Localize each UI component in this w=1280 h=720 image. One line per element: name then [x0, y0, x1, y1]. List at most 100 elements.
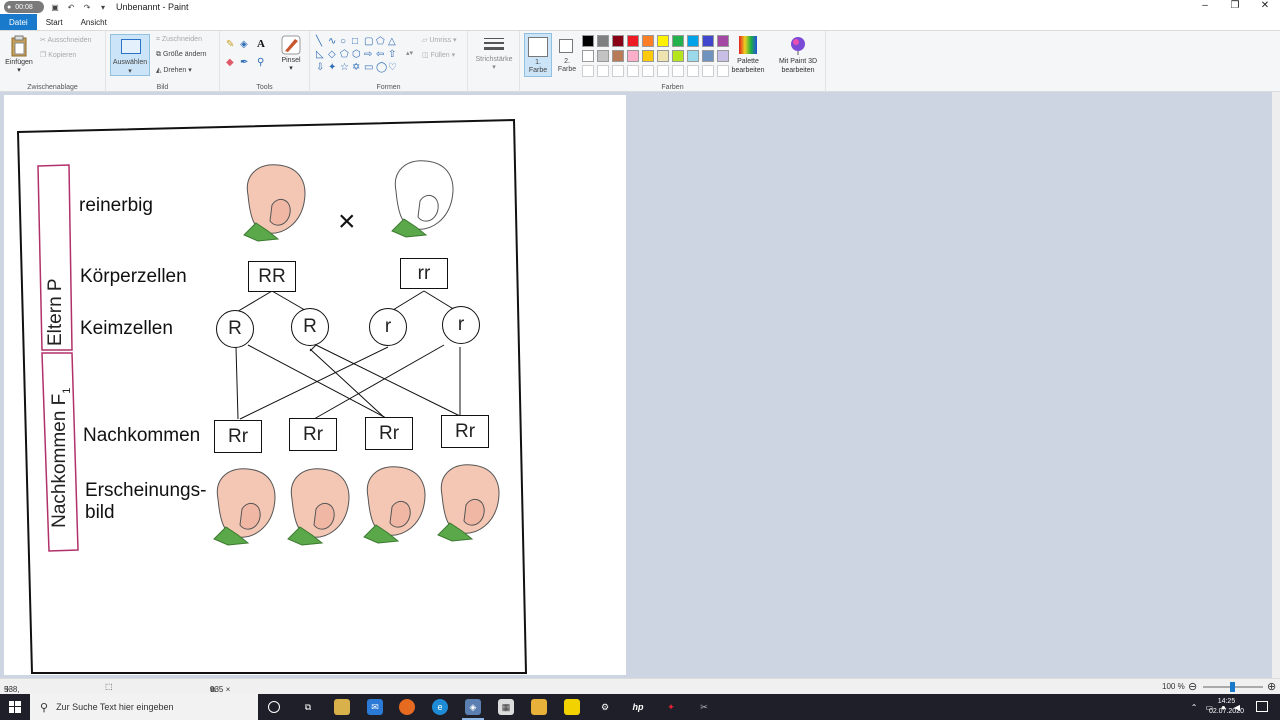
minimize-button[interactable]: – — [1190, 0, 1220, 14]
close-button[interactable]: ✕ — [1250, 0, 1280, 14]
hexagon-shape-icon[interactable]: ⬡ — [352, 50, 361, 60]
triangle-shape-icon[interactable]: △ — [388, 37, 396, 47]
clock[interactable]: 14:25 02.07.2020 — [1209, 697, 1244, 717]
undo-icon[interactable]: ↶ — [66, 2, 76, 12]
empty-color-swatch[interactable] — [702, 65, 714, 77]
redo-icon[interactable]: ↷ — [82, 2, 92, 12]
pencil-icon[interactable]: ✎ — [226, 39, 234, 50]
palette-color-swatch[interactable] — [627, 35, 639, 47]
palette-color-swatch[interactable] — [672, 35, 684, 47]
palette-color-swatch[interactable] — [627, 50, 639, 62]
callout-rect-shape-icon[interactable]: ▭ — [364, 63, 373, 73]
save-icon[interactable]: ▣ — [50, 2, 60, 12]
palette-color-swatch[interactable] — [642, 35, 654, 47]
heart-shape-icon[interactable]: ♡ — [388, 63, 397, 73]
tray-overflow-icon[interactable]: ⌃ — [1191, 703, 1198, 712]
tab-start[interactable]: Start — [37, 14, 72, 30]
paste-button[interactable]: Einfügen ▾ — [2, 35, 36, 74]
palette-color-swatch[interactable] — [717, 50, 729, 62]
palette-color-swatch[interactable] — [612, 50, 624, 62]
recorder-icon[interactable]: ✦ — [663, 699, 679, 715]
star4-shape-icon[interactable]: ✦ — [328, 63, 336, 73]
empty-color-swatch[interactable] — [597, 65, 609, 77]
resize-button[interactable]: ⧉ Größe ändern — [156, 51, 207, 59]
rounded-rect-shape-icon[interactable]: ▢ — [364, 37, 373, 47]
sticky-notes-icon[interactable] — [564, 699, 580, 715]
vertical-scrollbar[interactable] — [1272, 92, 1280, 678]
palette-color-swatch[interactable] — [582, 35, 594, 47]
polygon-shape-icon[interactable]: ⬠ — [376, 37, 385, 47]
palette-color-swatch[interactable] — [702, 50, 714, 62]
edge-icon[interactable]: e — [432, 699, 448, 715]
palette-color-swatch[interactable] — [657, 50, 669, 62]
hp-icon[interactable]: hp — [630, 699, 646, 715]
curve-shape-icon[interactable]: ∿ — [328, 37, 336, 47]
empty-color-swatch[interactable] — [672, 65, 684, 77]
crop-button[interactable]: ⌗ Zuschneiden — [156, 36, 202, 44]
color-picker-icon[interactable]: ✒ — [240, 57, 248, 68]
firefox-icon[interactable] — [399, 699, 415, 715]
edit-palette-button[interactable]: Palette bearbeiten — [730, 35, 766, 75]
maximize-button[interactable]: ❐ — [1220, 0, 1250, 14]
palette-color-swatch[interactable] — [687, 35, 699, 47]
explorer-icon[interactable] — [334, 699, 350, 715]
arrow-down-shape-icon[interactable]: ⇩ — [316, 63, 324, 73]
palette-color-swatch[interactable] — [657, 35, 669, 47]
palette-color-swatch[interactable] — [582, 50, 594, 62]
arrow-left-shape-icon[interactable]: ⇦ — [376, 50, 384, 60]
empty-color-swatch[interactable] — [612, 65, 624, 77]
eraser-icon[interactable]: ◆ — [226, 57, 234, 68]
paint-icon[interactable]: ◈ — [465, 699, 481, 715]
text-icon[interactable]: A — [257, 38, 265, 50]
size-button[interactable]: Strichstärke ▾ — [472, 36, 516, 71]
zoom-slider-thumb[interactable] — [1230, 682, 1235, 692]
start-button[interactable] — [0, 694, 30, 720]
line-shape-icon[interactable]: ╲ — [316, 37, 322, 47]
right-triangle-shape-icon[interactable]: ◺ — [316, 50, 324, 60]
arrow-right-shape-icon[interactable]: ⇨ — [364, 50, 372, 60]
empty-color-swatch[interactable] — [687, 65, 699, 77]
outline-button[interactable]: ▱ Umriss ▾ — [422, 36, 457, 44]
drawing-canvas[interactable]: Eltern P Nachkommen F1 reinerbig Körperz… — [4, 95, 626, 675]
tab-view[interactable]: Ansicht — [72, 14, 116, 30]
magnifier-icon[interactable]: ⚲ — [257, 57, 264, 68]
palette-color-swatch[interactable] — [597, 50, 609, 62]
snip-icon[interactable]: ✂ — [696, 699, 712, 715]
empty-color-swatch[interactable] — [717, 65, 729, 77]
palette-color-swatch[interactable] — [717, 35, 729, 47]
cortana-icon[interactable] — [268, 701, 280, 713]
arrow-up-shape-icon[interactable]: ⇧ — [388, 50, 396, 60]
zoom-out-button[interactable]: ⊖ — [1188, 680, 1197, 693]
task-view-icon[interactable]: ⧉ — [300, 699, 316, 715]
palette-color-swatch[interactable] — [702, 35, 714, 47]
fill-icon[interactable]: ◈ — [240, 39, 248, 50]
oval-shape-icon[interactable]: ○ — [340, 37, 346, 47]
taskbar-search[interactable]: ⚲ Zur Suche Text hier eingeben — [30, 694, 258, 720]
palette-color-swatch[interactable] — [642, 50, 654, 62]
pentagon-shape-icon[interactable]: ⬠ — [340, 50, 349, 60]
palette-color-swatch[interactable] — [597, 35, 609, 47]
callout-oval-shape-icon[interactable]: ◯ — [376, 63, 387, 73]
rotate-button[interactable]: ◭ Drehen ▾ — [156, 66, 192, 74]
empty-color-swatch[interactable] — [642, 65, 654, 77]
palette-color-swatch[interactable] — [672, 50, 684, 62]
color1-button[interactable]: 1. Farbe — [524, 33, 552, 77]
zoom-in-button[interactable]: ⊕ — [1267, 680, 1276, 693]
color2-button[interactable]: 2. Farbe — [554, 33, 580, 77]
select-button[interactable]: Auswählen ▾ — [110, 34, 150, 76]
tab-file[interactable]: Datei — [0, 14, 37, 30]
customize-qat-icon[interactable]: ▾ — [98, 2, 108, 12]
palette-color-swatch[interactable] — [687, 50, 699, 62]
star5-shape-icon[interactable]: ☆ — [340, 63, 349, 73]
empty-color-swatch[interactable] — [627, 65, 639, 77]
settings-gear-icon[interactable]: ⚙ — [597, 699, 613, 715]
brush-button[interactable]: Pinsel ▾ — [276, 35, 306, 72]
folder-icon[interactable] — [531, 699, 547, 715]
calculator-icon[interactable]: ▦ — [498, 699, 514, 715]
cut-button[interactable]: ✂ Ausschneiden — [40, 36, 91, 44]
empty-color-swatch[interactable] — [657, 65, 669, 77]
rectangle-shape-icon[interactable]: □ — [352, 37, 358, 47]
shapes-scroll-icon[interactable]: ▴▾ — [406, 49, 413, 57]
empty-color-swatch[interactable] — [582, 65, 594, 77]
fill-button[interactable]: ◫ Füllen ▾ — [422, 51, 455, 59]
